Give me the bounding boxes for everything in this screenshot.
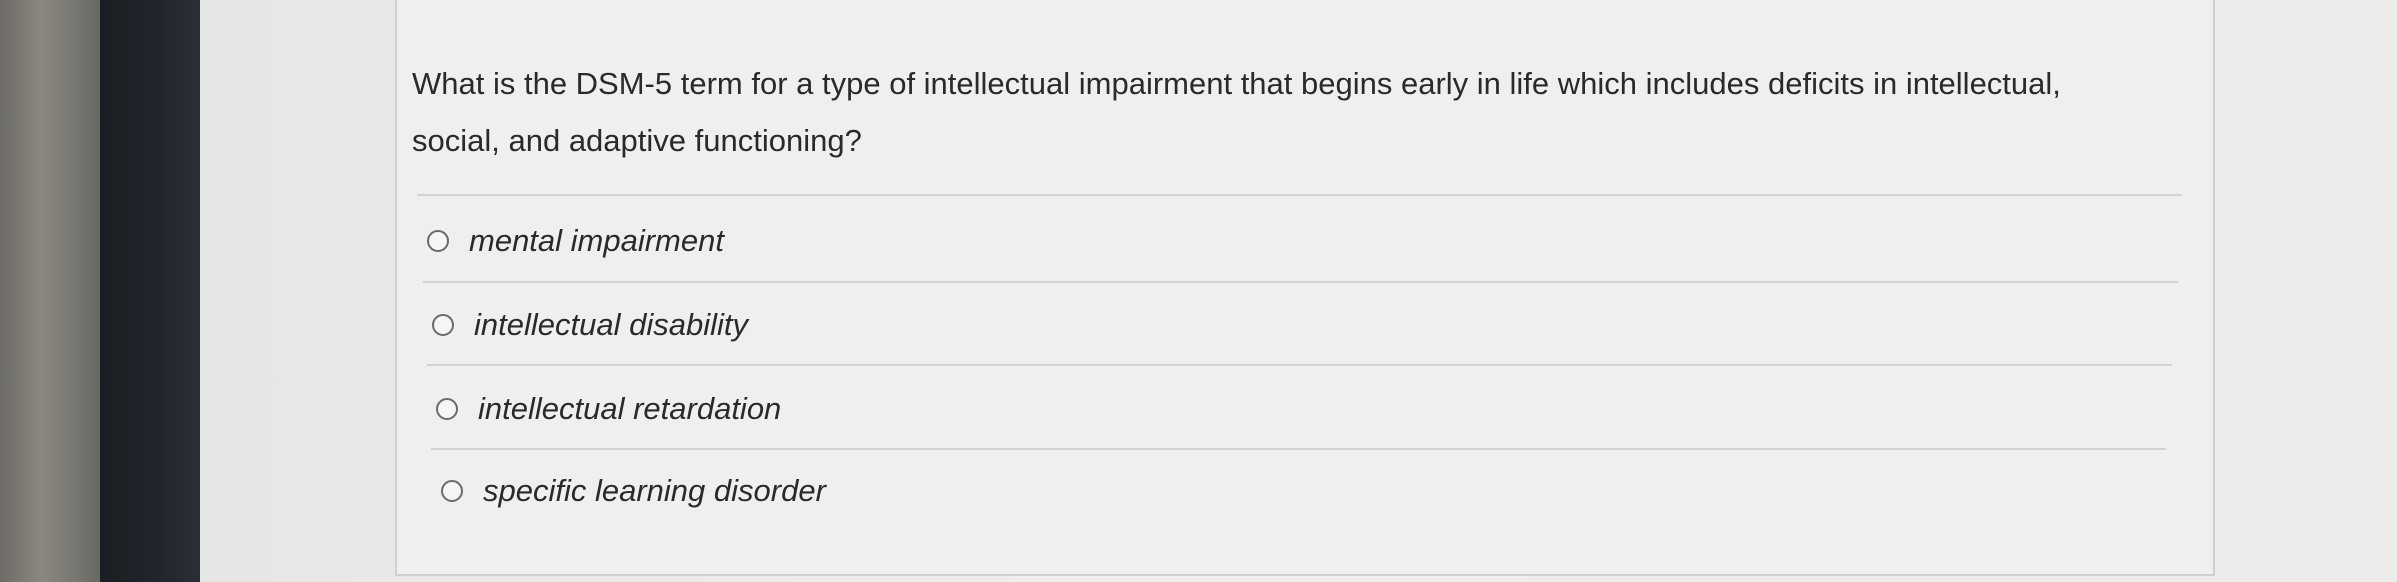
option-label: intellectual disability bbox=[474, 307, 748, 342]
monitor-bezel bbox=[100, 0, 200, 582]
option-label: specific learning disorder bbox=[483, 473, 826, 508]
divider bbox=[427, 364, 2172, 366]
answer-option-mental-impairment[interactable]: mental impairment bbox=[427, 216, 724, 266]
answer-option-specific-learning-disorder[interactable]: specific learning disorder bbox=[441, 466, 826, 516]
radio-button[interactable] bbox=[432, 314, 454, 336]
radio-button[interactable] bbox=[441, 480, 463, 502]
radio-button[interactable] bbox=[427, 230, 449, 252]
option-label: intellectual retardation bbox=[478, 391, 782, 426]
question-card: What is the DSM-5 term for a type of int… bbox=[395, 0, 2215, 576]
divider bbox=[423, 281, 2178, 283]
question-text: What is the DSM-5 term for a type of int… bbox=[412, 66, 2061, 158]
divider bbox=[431, 448, 2166, 450]
divider bbox=[417, 194, 2182, 196]
answer-option-intellectual-disability[interactable]: intellectual disability bbox=[432, 300, 748, 350]
answer-option-intellectual-retardation[interactable]: intellectual retardation bbox=[436, 384, 781, 434]
option-label: mental impairment bbox=[469, 223, 724, 258]
radio-button[interactable] bbox=[436, 398, 458, 420]
